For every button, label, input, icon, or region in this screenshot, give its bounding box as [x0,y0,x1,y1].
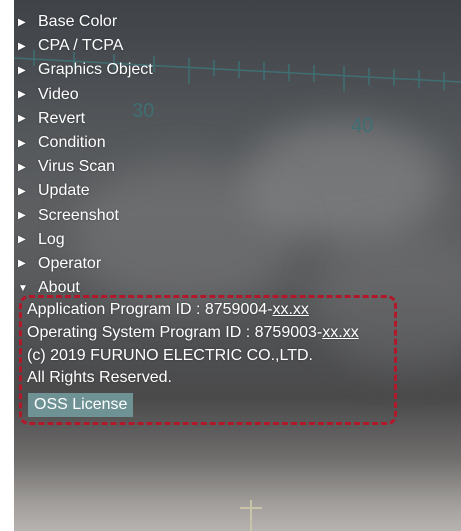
menu-item-label: Screenshot [38,206,119,224]
menu-item-virus-scan[interactable]: ▶ Virus Scan [18,155,153,179]
menu-item-label: Graphics Object [38,61,153,79]
expand-arrow-icon: ▶ [18,185,26,197]
expand-arrow-icon: ▶ [18,161,26,173]
os-program-id: Operating System Program ID : 8759003-xx… [27,324,359,342]
collapse-arrow-icon: ▼ [18,282,28,294]
expand-arrow-icon: ▶ [18,137,26,149]
menu-item-video[interactable]: ▶ Video [18,83,153,107]
settings-menu: ▶ Base Color ▶ CPA / TCPA ▶ Graphics Obj… [18,10,153,300]
menu-item-update[interactable]: ▶ Update [18,179,153,203]
menu-item-revert[interactable]: ▶ Revert [18,107,153,131]
expand-arrow-icon: ▶ [18,16,26,28]
horizon-marker-icon [240,500,262,531]
menu-item-base-color[interactable]: ▶ Base Color [18,10,153,34]
expand-arrow-icon: ▶ [18,258,26,270]
menu-item-operator[interactable]: ▶ Operator [18,252,153,276]
expand-arrow-icon: ▶ [18,40,26,52]
heading-label-40: 40 [351,115,374,137]
rights-text: All Rights Reserved. [27,369,172,386]
menu-item-label: Condition [38,134,106,152]
expand-arrow-icon: ▶ [18,64,26,76]
os-program-id-prefix: Operating System Program ID : 8759003- [27,324,323,341]
menu-item-label: Video [38,85,79,103]
os-program-id-version: xx.xx [322,324,359,341]
menu-item-cpa-tcpa[interactable]: ▶ CPA / TCPA [18,34,153,58]
expand-arrow-icon: ▶ [18,113,26,125]
menu-item-label: CPA / TCPA [38,37,124,55]
application-program-id-prefix: Application Program ID : 8759004- [27,301,273,318]
expand-arrow-icon: ▶ [18,234,26,246]
expand-arrow-icon: ▶ [18,89,26,101]
menu-item-label: Log [38,230,65,248]
copyright-text: (c) 2019 FURUNO ELECTRIC CO.,LTD. [27,347,313,364]
oss-license-button[interactable]: OSS License [28,393,134,417]
menu-item-screenshot[interactable]: ▶ Screenshot [18,204,153,228]
menu-item-condition[interactable]: ▶ Condition [18,131,153,155]
application-program-id: Application Program ID : 8759004-xx.xx [27,301,309,319]
menu-item-label: Revert [38,109,86,127]
application-program-id-version: xx.xx [272,301,309,318]
menu-item-label: Virus Scan [38,158,116,176]
expand-arrow-icon: ▶ [18,210,26,222]
menu-item-log[interactable]: ▶ Log [18,228,153,252]
menu-item-label: Update [38,182,90,200]
menu-item-graphics-object[interactable]: ▶ Graphics Object [18,58,153,82]
menu-item-label: Base Color [38,13,118,31]
menu-item-label: Operator [38,254,102,272]
